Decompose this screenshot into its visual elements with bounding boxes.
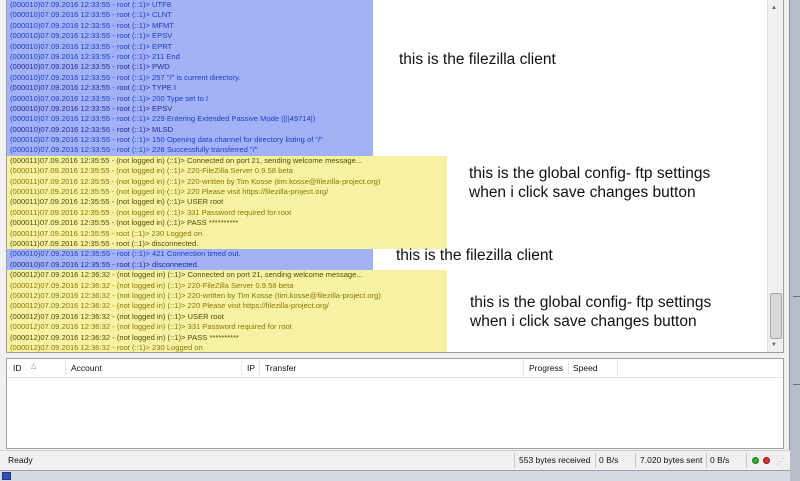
log-line: (000010)07.09.2016 12:33:55 - root (::1)… xyxy=(7,62,373,73)
column-divider[interactable] xyxy=(241,361,242,375)
log-line: (000010)07.09.2016 12:33:55 - root (::1)… xyxy=(7,145,373,156)
status-divider xyxy=(514,453,515,468)
log-line: (000011)07.09.2016 12:35:55 - (not logge… xyxy=(7,197,447,208)
log-line: (000010)07.09.2016 12:33:55 - root (::1)… xyxy=(7,124,373,136)
log-line: (000010)07.09.2016 12:33:55 - root (::1)… xyxy=(7,93,373,104)
log-line: (000011)07.09.2016 12:35:55 - (not logge… xyxy=(7,155,447,167)
annotation-text: this is the filezilla client xyxy=(399,51,556,68)
log-line: (000012)07.09.2016 12:36:32 - (not logge… xyxy=(7,322,447,333)
resize-grip-icon[interactable]: ⋰ xyxy=(776,457,784,466)
column-account[interactable]: Account xyxy=(71,363,102,373)
connections-list[interactable]: ID △ Account IP Transfer Progress Speed xyxy=(6,358,784,449)
log-line: (000011)07.09.2016 12:35:55 - (not logge… xyxy=(7,207,447,219)
annotation-text: when i click save changes button xyxy=(469,184,696,201)
filezilla-server-window: (000010)07.09.2016 12:33:55 - root (::1)… xyxy=(0,0,790,470)
column-id[interactable]: ID xyxy=(13,363,22,373)
log-line: (000010)07.09.2016 12:33:55 - root (::1)… xyxy=(7,103,373,115)
log-line: (000012)07.09.2016 12:36:32 - (not logge… xyxy=(7,290,447,302)
status-divider xyxy=(595,453,596,468)
annotation-filezilla-client-2: this is the filezilla client xyxy=(396,246,553,265)
column-transfer[interactable]: Transfer xyxy=(265,363,296,373)
window-edge-line xyxy=(793,296,800,297)
status-divider xyxy=(635,453,636,468)
receive-speed: 0 B/s xyxy=(599,455,619,465)
log-line: (000012)07.09.2016 12:36:32 - (not logge… xyxy=(7,311,447,323)
column-divider[interactable] xyxy=(568,361,569,375)
log-line: (000011)07.09.2016 12:35:55 - (not logge… xyxy=(7,176,447,188)
window-edge-line xyxy=(793,384,800,385)
log-line: (000010)07.09.2016 12:33:55 - root (::1)… xyxy=(7,20,373,32)
red-led-icon xyxy=(763,457,770,464)
log-line: (000010)07.09.2016 12:33:55 - root (::1)… xyxy=(7,51,373,63)
log-line: (000010)07.09.2016 12:33:55 - root (::1)… xyxy=(7,83,373,94)
server-log-panel[interactable]: (000010)07.09.2016 12:33:55 - root (::1)… xyxy=(6,0,784,353)
log-line: (000010)07.09.2016 12:33:55 - root (::1)… xyxy=(7,0,373,11)
column-progress[interactable]: Progress xyxy=(529,363,563,373)
annotation-text: when i click save changes button xyxy=(470,313,697,330)
status-divider xyxy=(746,453,747,468)
column-divider[interactable] xyxy=(259,361,260,375)
log-line: (000011)07.09.2016 12:35:55 - (not logge… xyxy=(7,218,447,229)
column-divider[interactable] xyxy=(523,361,524,375)
log-line: (000011)07.09.2016 12:35:55 - (not logge… xyxy=(7,187,447,198)
scroll-up-icon[interactable]: ▲ xyxy=(771,4,777,12)
log-line: (000010)07.09.2016 12:35:55 - root (::1)… xyxy=(7,259,373,271)
log-line: (000011)07.09.2016 12:35:55 - root (::1)… xyxy=(7,228,447,239)
log-line: (000010)07.09.2016 12:33:55 - root (::1)… xyxy=(7,135,373,146)
annotation-filezilla-client-1: this is the filezilla client xyxy=(399,50,556,69)
bytes-received: 553 bytes received xyxy=(519,455,591,465)
log-line: (000010)07.09.2016 12:33:55 - root (::1)… xyxy=(7,41,373,52)
log-line: (000010)07.09.2016 12:35:55 - root (::1)… xyxy=(7,249,373,260)
log-line: (000011)07.09.2016 12:35:55 - root (::1)… xyxy=(7,238,447,250)
scroll-thumb[interactable] xyxy=(770,293,782,339)
column-speed[interactable]: Speed xyxy=(573,363,598,373)
status-bar: Ready 553 bytes received 0 B/s 7.020 byt… xyxy=(0,450,790,470)
log-line: (000012)07.09.2016 12:36:32 - root (::1)… xyxy=(7,342,447,352)
column-ip[interactable]: IP xyxy=(247,363,255,373)
annotation-text: this is the global config- ftp settings xyxy=(469,165,711,182)
log-line: (000012)07.09.2016 12:36:32 - (not logge… xyxy=(7,332,447,343)
log-line: (000010)07.09.2016 12:33:55 - root (::1)… xyxy=(7,31,373,42)
log-line: (000011)07.09.2016 12:35:55 - (not logge… xyxy=(7,166,447,177)
log-line: (000010)07.09.2016 12:33:55 - root (::1)… xyxy=(7,10,373,21)
annotation-global-config-2: this is the global config- ftp settings … xyxy=(470,293,711,331)
annotation-global-config-1: this is the global config- ftp settings … xyxy=(469,164,710,202)
column-divider[interactable] xyxy=(617,361,618,375)
bytes-sent: 7.020 bytes sent xyxy=(640,455,703,465)
send-speed: 0 B/s xyxy=(710,455,730,465)
log-line: (000010)07.09.2016 12:33:55 - root (::1)… xyxy=(7,114,373,125)
scroll-down-icon[interactable]: ▼ xyxy=(771,341,777,349)
log-line: (000012)07.09.2016 12:36:32 - (not logge… xyxy=(7,301,447,312)
status-divider xyxy=(706,453,707,468)
annotation-text: this is the filezilla client xyxy=(396,247,553,264)
desktop-background-strip xyxy=(790,0,800,481)
sort-arrow-icon: △ xyxy=(31,363,37,370)
taskbar-strip xyxy=(0,470,790,481)
taskbar-app-icon[interactable] xyxy=(2,472,11,480)
log-line: (000012)07.09.2016 12:36:32 - (not logge… xyxy=(7,270,447,281)
log-scrollbar[interactable]: ▲ ▼ xyxy=(767,0,783,352)
connections-header: ID △ Account IP Transfer Progress Speed xyxy=(7,359,783,378)
log-line: (000012)07.09.2016 12:36:32 - (not logge… xyxy=(7,280,447,291)
green-led-icon xyxy=(752,457,759,464)
log-line: (000010)07.09.2016 12:33:55 - root (::1)… xyxy=(7,72,373,84)
column-divider[interactable] xyxy=(65,361,66,375)
annotation-text: this is the global config- ftp settings xyxy=(470,294,712,311)
status-ready: Ready xyxy=(8,455,33,465)
